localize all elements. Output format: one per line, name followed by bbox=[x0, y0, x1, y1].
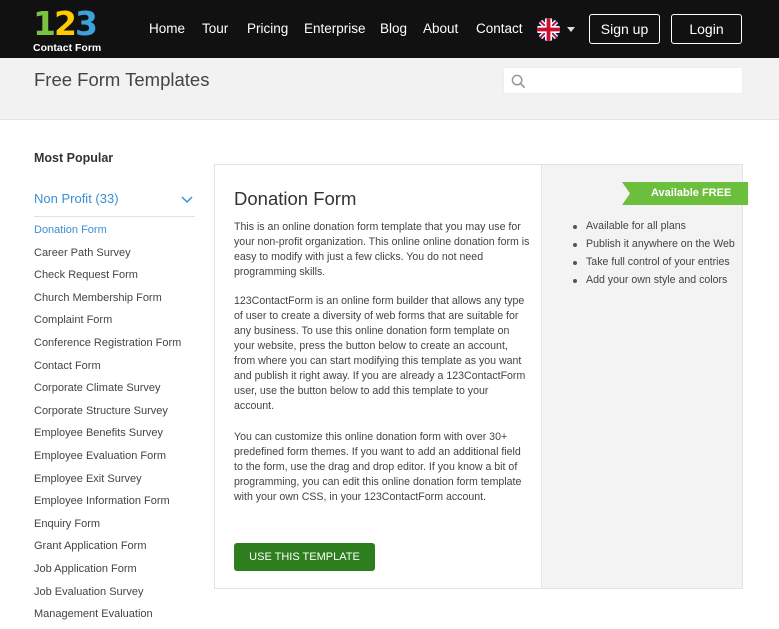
nav-home-link[interactable]: Home bbox=[149, 21, 185, 36]
template-list-item[interactable]: Contact Form bbox=[34, 358, 181, 381]
template-list-item[interactable]: Career Path Survey bbox=[34, 245, 181, 268]
description-paragraph-1: This is an online donation form template… bbox=[234, 221, 530, 278]
feature-item: Take full control of your entries bbox=[571, 256, 735, 274]
feature-item: Available for all plans bbox=[571, 220, 735, 238]
nav-tour-link[interactable]: Tour bbox=[202, 21, 228, 36]
template-list-item[interactable]: Job Application Form bbox=[34, 561, 181, 584]
search-input[interactable] bbox=[532, 71, 737, 91]
template-card: Donation Form This is an online donation… bbox=[214, 164, 748, 589]
nav-blog-link[interactable]: Blog bbox=[380, 21, 407, 36]
template-list-item[interactable]: Enquiry Form bbox=[34, 516, 181, 539]
template-list-item[interactable]: Employee Benefits Survey bbox=[34, 425, 181, 448]
template-list-item[interactable]: Corporate Climate Survey bbox=[34, 380, 181, 403]
nav-pricing-link[interactable]: Pricing bbox=[247, 21, 288, 36]
template-title: Donation Form bbox=[234, 188, 357, 209]
logo-digits: 123 bbox=[33, 4, 98, 43]
template-list-item[interactable]: Complaint Form bbox=[34, 312, 181, 335]
template-list-item[interactable]: Grant Application Form bbox=[34, 538, 181, 561]
uk-flag-icon[interactable] bbox=[537, 18, 560, 41]
top-navigation-bar: 123 Contact Form Home Tour Pricing Enter… bbox=[0, 0, 779, 58]
logo-text: Contact Form bbox=[33, 42, 102, 54]
feature-item: Add your own style and colors bbox=[571, 274, 735, 292]
template-list-item[interactable]: Employee Evaluation Form bbox=[34, 448, 181, 471]
page-header: Free Form Templates bbox=[0, 58, 779, 120]
use-this-template-button[interactable]: USE THIS TEMPLATE bbox=[234, 543, 375, 571]
search-box[interactable] bbox=[503, 67, 743, 94]
category-divider bbox=[34, 216, 195, 217]
category-non-profit[interactable]: Non Profit (33) bbox=[34, 191, 119, 206]
template-list-item[interactable]: Management Evaluation bbox=[34, 606, 181, 629]
nav-about-link[interactable]: About bbox=[423, 21, 458, 36]
chevron-down-icon[interactable] bbox=[181, 196, 193, 204]
template-list-item[interactable]: Church Membership Form bbox=[34, 290, 181, 313]
template-list-item[interactable]: Employee Information Form bbox=[34, 493, 181, 516]
template-list-item[interactable]: Check Request Form bbox=[34, 267, 181, 290]
search-icon bbox=[511, 74, 526, 89]
login-button[interactable]: Login bbox=[671, 14, 742, 44]
description-paragraph-3: You can customize this online donation f… bbox=[234, 431, 522, 503]
feature-item: Publish it anywhere on the Web bbox=[571, 238, 735, 256]
template-list-item[interactable]: Corporate Structure Survey bbox=[34, 403, 181, 426]
template-description-panel: Donation Form This is an online donation… bbox=[215, 165, 541, 588]
nav-enterprise-link[interactable]: Enterprise bbox=[304, 21, 366, 36]
sidebar-heading: Most Popular bbox=[34, 151, 114, 165]
signup-button[interactable]: Sign up bbox=[589, 14, 660, 44]
template-list-item[interactable]: Employee Exit Survey bbox=[34, 471, 181, 494]
page-title: Free Form Templates bbox=[34, 69, 210, 90]
nav-contact-link[interactable]: Contact bbox=[476, 21, 523, 36]
template-list: Donation Form Career Path Survey Check R… bbox=[34, 222, 181, 629]
language-dropdown-caret-icon[interactable] bbox=[567, 27, 575, 32]
template-list-item[interactable]: Conference Registration Form bbox=[34, 335, 181, 358]
template-list-item[interactable]: Donation Form bbox=[34, 222, 181, 245]
template-list-item[interactable]: Job Evaluation Survey bbox=[34, 584, 181, 607]
description-paragraph-2: 123ContactForm is an online form builder… bbox=[234, 295, 526, 412]
available-free-badge: Available FREE bbox=[622, 182, 748, 205]
logo-123contactform[interactable]: 123 Contact Form bbox=[33, 4, 105, 55]
features-list: Available for all plans Publish it anywh… bbox=[571, 220, 735, 292]
